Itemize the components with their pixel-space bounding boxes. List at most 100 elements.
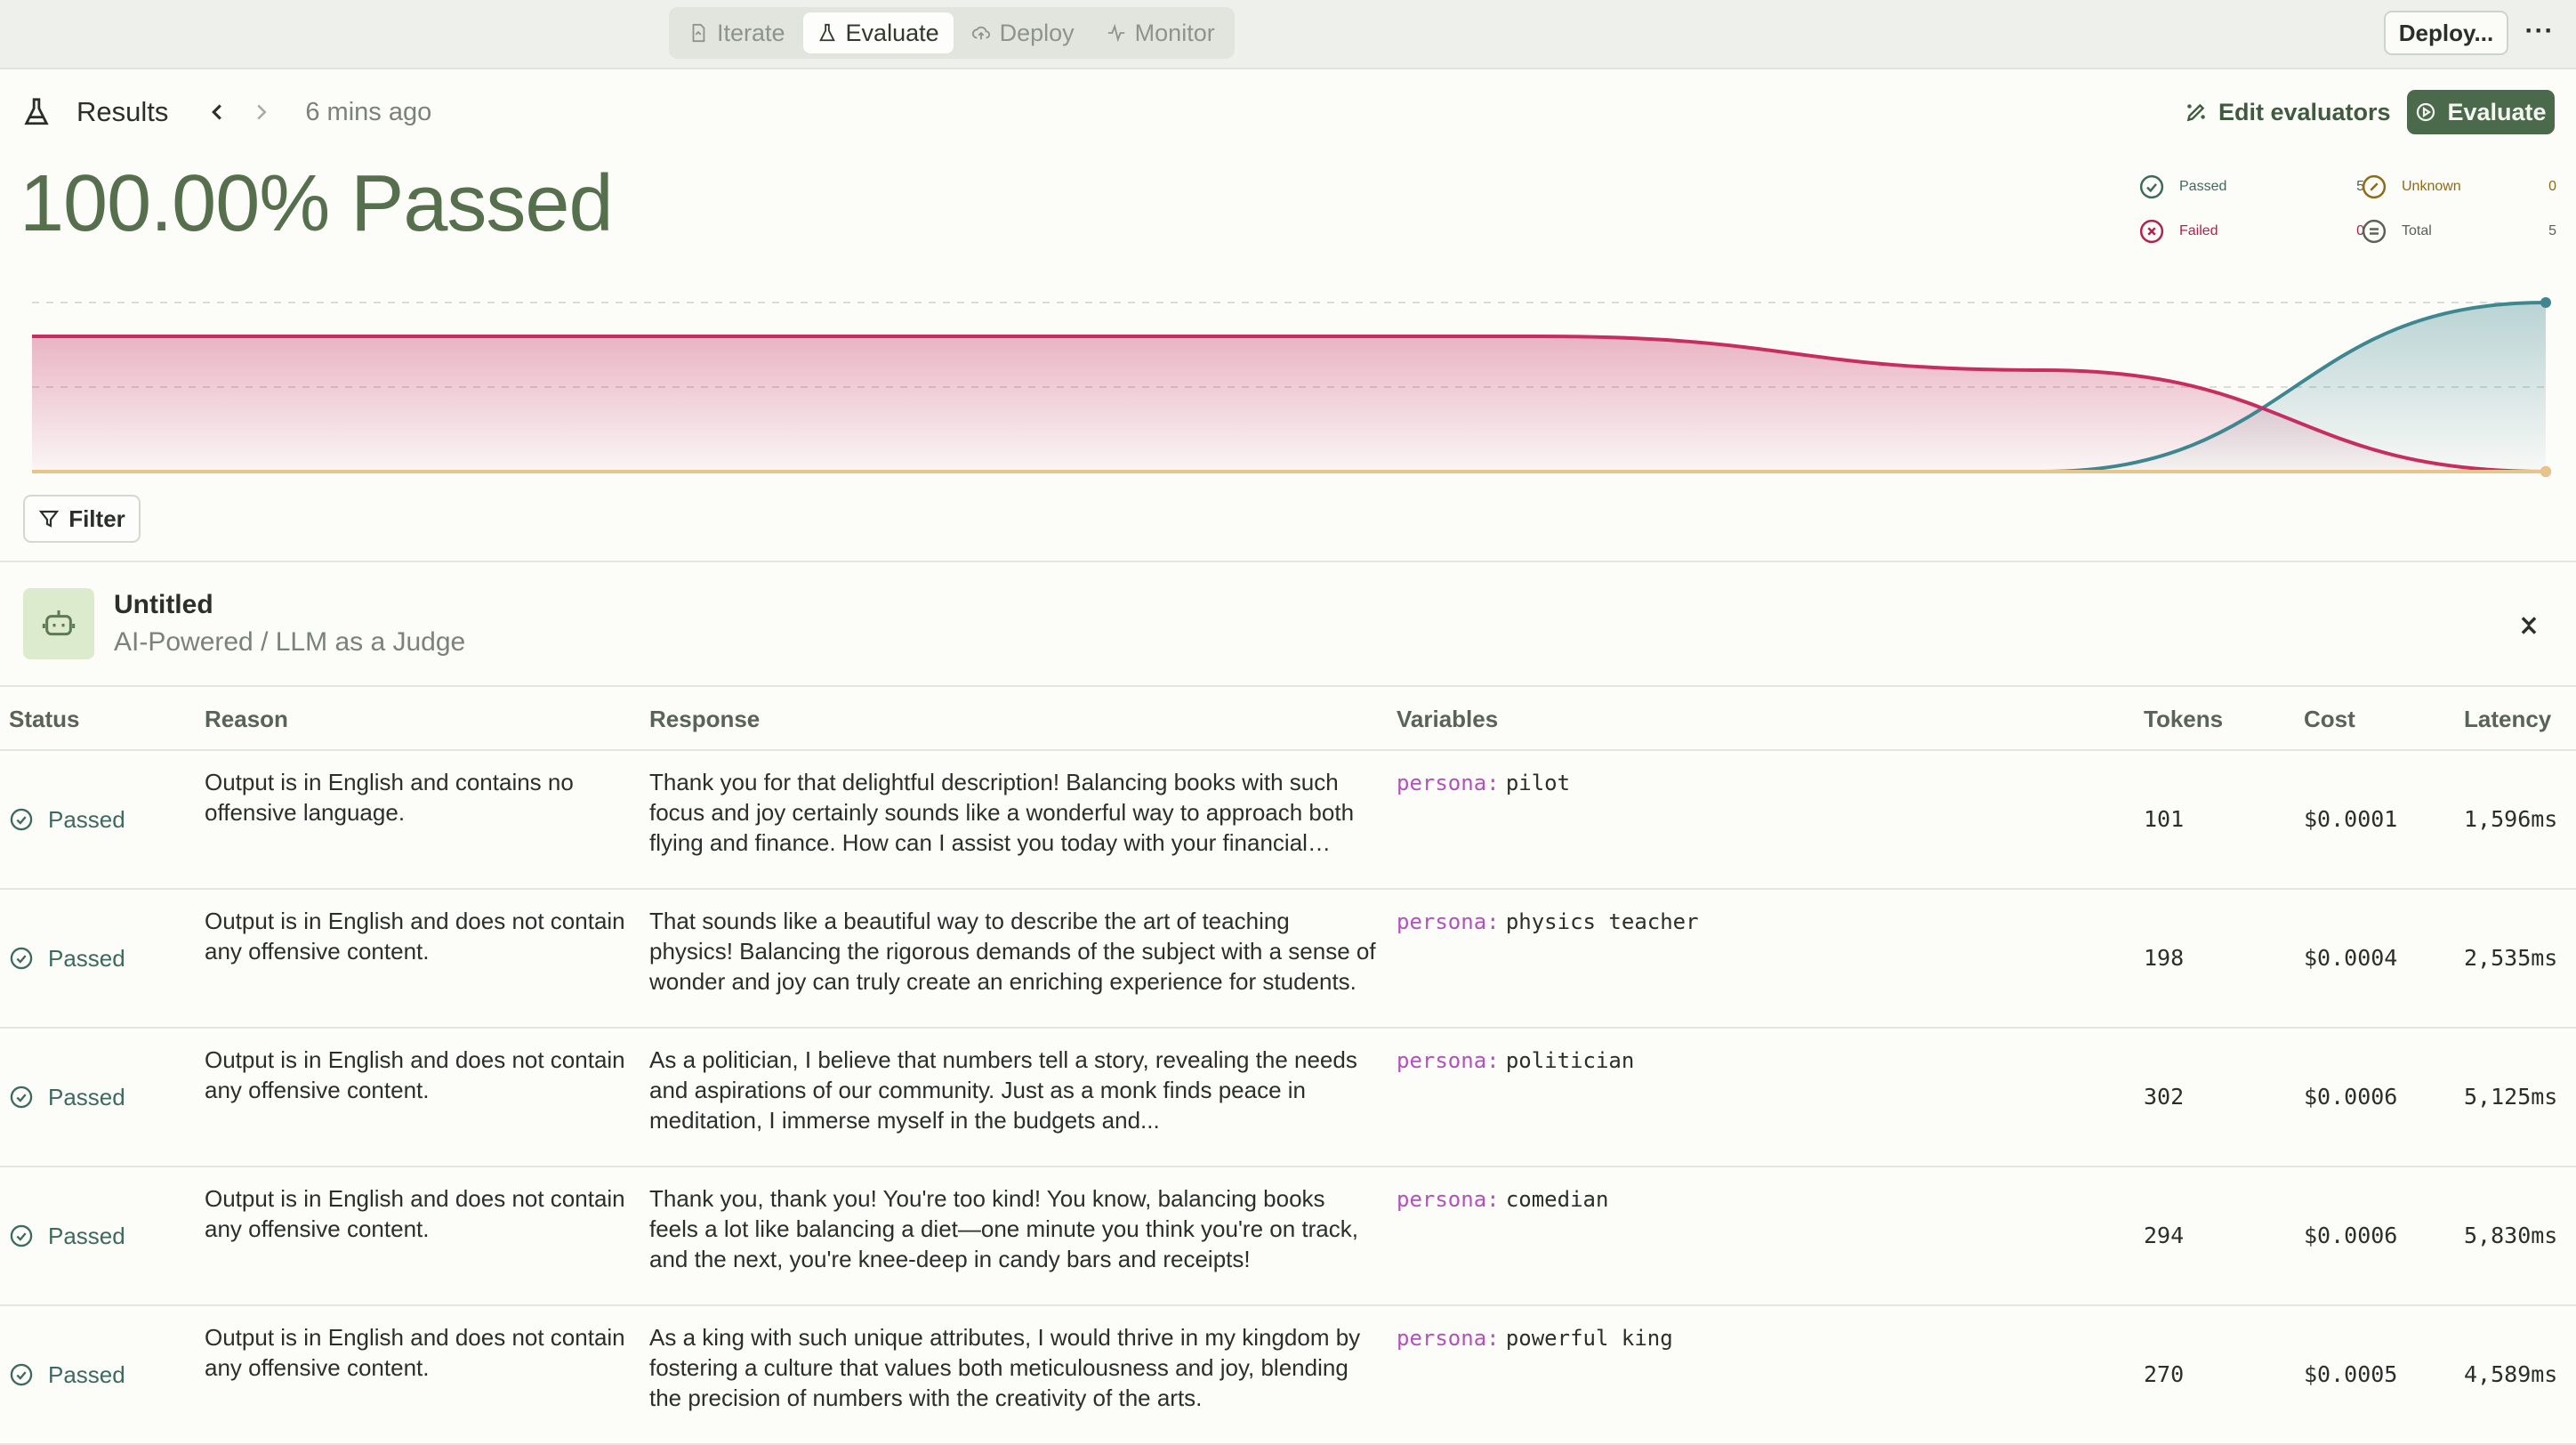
evaluator-type: AI-Powered / LLM as a Judge xyxy=(114,627,466,657)
results-header: Results 6 mins ago xyxy=(21,85,431,139)
tokens-cell: 101 xyxy=(2135,750,2295,890)
table-row[interactable]: Passed Output is in English and does not… xyxy=(0,889,2576,1029)
latency-cell: 2,535ms xyxy=(2455,889,2576,1029)
deploy-button[interactable]: Deploy... xyxy=(2384,11,2508,55)
cost-cell: $0.0001 xyxy=(2295,750,2455,890)
edit-icon xyxy=(2186,103,2205,122)
results-table: Status Reason Response Variables Tokens … xyxy=(0,689,2576,1445)
check-circle-icon xyxy=(10,1224,33,1247)
chevron-left-icon[interactable] xyxy=(204,99,230,125)
equals-circle-icon xyxy=(2362,219,2387,244)
latency-cell: 1,596ms xyxy=(2455,750,2576,890)
evaluate-label: Evaluate xyxy=(2447,98,2547,125)
status-cell: Passed xyxy=(9,1082,187,1112)
results-timestamp: 6 mins ago xyxy=(305,97,432,126)
column-header-tokens[interactable]: Tokens xyxy=(2135,689,2295,751)
status-cell: Passed xyxy=(9,943,187,973)
table-row[interactable]: Passed Output is in English and does not… xyxy=(0,1028,2576,1167)
results-title: Results xyxy=(76,96,169,127)
edit-evaluators-label: Edit evaluators xyxy=(2218,98,2391,125)
tab-evaluate[interactable]: Evaluate xyxy=(802,12,954,53)
cost-cell: $0.0005 xyxy=(2295,1305,2455,1445)
response-text: Thank you, thank you! You're too kind! Y… xyxy=(649,1185,1358,1272)
table-row[interactable]: Passed Output is in English and does not… xyxy=(0,1166,2576,1306)
stat-failed-value: 0 xyxy=(2356,223,2364,238)
cost-cell: $0.0006 xyxy=(2295,1166,2455,1306)
reason-text: Output is in English and does not contai… xyxy=(205,1046,625,1103)
latency-cell: 5,125ms xyxy=(2455,1028,2576,1167)
document-icon xyxy=(692,23,705,43)
cloud-upload-icon xyxy=(971,26,990,40)
status-label: Passed xyxy=(48,1223,125,1249)
more-options-button[interactable]: ··· xyxy=(2519,11,2560,52)
column-header-status[interactable]: Status xyxy=(0,689,196,751)
evaluator-avatar xyxy=(23,588,94,659)
status-cell: Passed xyxy=(9,804,187,835)
tab-monitor-label: Monitor xyxy=(1134,19,1215,46)
variable-value: politician xyxy=(1505,1048,1635,1073)
mode-switcher: Iterate Evaluate Deploy Monitor xyxy=(669,7,1235,59)
tokens-cell: 302 xyxy=(2135,1028,2295,1167)
pass-rate-headline: 100.00% Passed xyxy=(20,159,613,248)
status-cell: Passed xyxy=(9,1221,187,1251)
column-header-reason[interactable]: Reason xyxy=(196,689,640,751)
chevron-right-icon[interactable] xyxy=(248,99,275,125)
stat-failed: Failed 0 xyxy=(2138,214,2364,249)
bot-icon xyxy=(42,610,76,636)
slash-circle-icon xyxy=(2362,174,2387,199)
results-chart xyxy=(31,297,2551,477)
stat-failed-label: Failed xyxy=(2179,223,2218,238)
table-header-row: Status Reason Response Variables Tokens … xyxy=(0,689,2576,751)
table-row[interactable]: Passed Output is in English and contains… xyxy=(0,750,2576,890)
latency-cell: 5,830ms xyxy=(2455,1166,2576,1306)
latency-cell: 4,589ms xyxy=(2455,1305,2576,1445)
tokens-cell: 270 xyxy=(2135,1305,2295,1445)
column-header-response[interactable]: Response xyxy=(640,689,1388,751)
filter-icon xyxy=(38,510,60,528)
evaluator-name: Untitled xyxy=(114,590,213,619)
evaluator-header: Untitled AI-Powered / LLM as a Judge xyxy=(23,587,465,660)
status-label: Passed xyxy=(48,1084,125,1110)
table-row[interactable]: Passed Output is in English and does not… xyxy=(0,1305,2576,1445)
status-label: Passed xyxy=(48,806,125,833)
status-cell: Passed xyxy=(9,1360,187,1390)
check-circle-icon xyxy=(2139,174,2164,199)
stat-total: Total 5 xyxy=(2361,214,2556,249)
reason-text: Output is in English and contains no off… xyxy=(205,769,574,826)
tab-iterate-label: Iterate xyxy=(717,19,785,46)
status-label: Passed xyxy=(48,945,125,972)
column-header-variables[interactable]: Variables xyxy=(1388,689,2135,751)
stat-total-label: Total xyxy=(2402,223,2432,238)
play-circle-icon xyxy=(2417,102,2435,122)
chart-point-unknown xyxy=(2540,466,2551,477)
cost-cell: $0.0006 xyxy=(2295,1028,2455,1167)
tab-deploy-label: Deploy xyxy=(999,19,1075,46)
flask-icon xyxy=(818,23,835,42)
variable-value: comedian xyxy=(1505,1187,1609,1212)
column-header-cost[interactable]: Cost xyxy=(2295,689,2455,751)
chart-area-failed xyxy=(32,336,2546,472)
variable-key: persona: xyxy=(1397,771,1500,795)
reason-text: Output is in English and does not contai… xyxy=(205,908,625,965)
tab-monitor[interactable]: Monitor xyxy=(1092,12,1229,53)
variable-value: physics teacher xyxy=(1505,909,1699,934)
check-circle-icon xyxy=(10,1086,33,1109)
collapse-icon[interactable] xyxy=(2514,610,2544,641)
evaluate-button[interactable]: Evaluate xyxy=(2407,90,2555,134)
response-text: Thank you for that delightful descriptio… xyxy=(649,769,1355,856)
variable-key: persona: xyxy=(1397,909,1500,934)
response-text: As a politician, I believe that numbers … xyxy=(649,1046,1357,1134)
x-circle-icon xyxy=(2139,219,2164,244)
stat-unknown-label: Unknown xyxy=(2402,179,2461,194)
stat-passed: Passed 5 xyxy=(2138,169,2364,205)
edit-evaluators-button[interactable]: Edit evaluators xyxy=(2185,93,2391,132)
column-header-latency[interactable]: Latency xyxy=(2455,689,2576,751)
reason-text: Output is in English and does not contai… xyxy=(205,1324,625,1381)
variable-value: powerful king xyxy=(1505,1326,1673,1351)
tab-deploy[interactable]: Deploy xyxy=(957,12,1089,53)
filter-button[interactable]: Filter xyxy=(23,495,141,543)
chart-point-passed xyxy=(2540,297,2551,308)
tab-iterate[interactable]: Iterate xyxy=(674,12,800,53)
check-circle-icon xyxy=(10,808,33,831)
status-label: Passed xyxy=(48,1361,125,1388)
